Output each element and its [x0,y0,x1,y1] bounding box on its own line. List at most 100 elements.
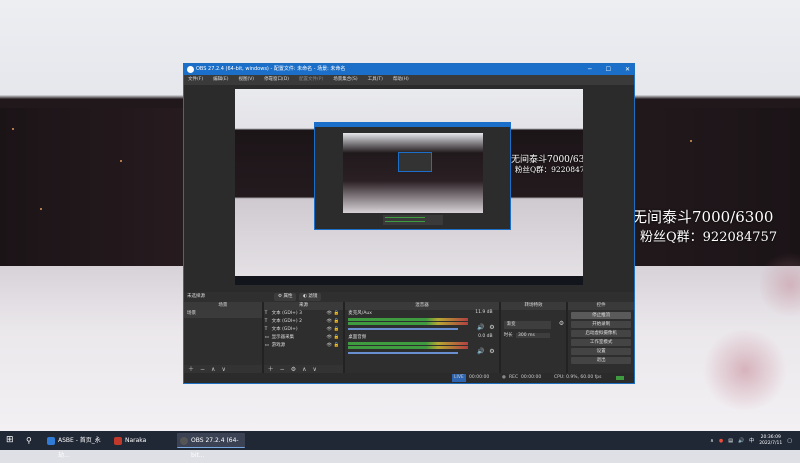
windows-taskbar: ⊞ ⚲ ASBE - 首页_永劫... Naraka OBS 27.2.4 (6… [0,431,800,459]
audio-mixer-dock: 混音器 麦克风/Aux 11.9 dB 🔊 ⚙ 桌面音频 0.0 dB 🔊 ⚙ [345,302,499,374]
mixer-channel-name: 桌面音频 [348,335,367,340]
scene-item[interactable]: 场景 [184,310,262,318]
connection-indicator [616,376,624,380]
volume-slider[interactable] [348,328,459,330]
menu-view[interactable]: 视图(V) [238,75,254,85]
volume-slider[interactable] [348,352,459,354]
gear-icon[interactable]: ⚙ [489,348,494,355]
preview-canvas[interactable]: 无间泰斗7000/6300 粉丝Q群：922084757 [235,89,583,285]
close-icon[interactable]: ✕ [625,64,630,75]
duration-label: 时长 [503,333,513,338]
properties-button[interactable]: ⚙ 属性 [274,293,297,301]
notification-icon[interactable]: ▢ [787,438,792,444]
obs-menu-bar: 文件(F) 编辑(E) 视图(V) 停靠窗口(D) 配置文件(P) 场景集合(S… [184,75,634,85]
menu-help[interactable]: 帮助(H) [393,75,409,85]
obs-title-bar[interactable]: OBS 27.2.4 (64-bit, windows) - 配置文件: 未命名… [184,64,634,75]
mixer-db-value: 0.0 dB [478,334,493,339]
menu-scene-collection[interactable]: 场景集合(S) [333,75,357,85]
visibility-lock-icons[interactable]: 👁 🔒 [327,310,340,318]
clock[interactable]: 20:36:09 2022/7/11 [759,435,782,447]
menu-file[interactable]: 文件(F) [188,75,203,85]
source-item[interactable]: ▭ 显示器采集 👁 🔒 [264,334,344,342]
mixer-db-value: 11.9 dB [475,310,493,315]
source-item[interactable]: T 文本 (GDI+) 👁 🔒 [264,326,344,334]
blossom-decoration [700,330,790,410]
tray-app-icon[interactable]: ● [719,438,723,444]
edge-browser-icon [47,437,55,445]
taskbar-item-browser[interactable]: ASBE - 首页_永劫... [44,433,108,459]
speaker-icon[interactable]: 🔊 [477,324,484,331]
input-method-icon[interactable]: 中 [749,437,754,444]
obs-logo-icon [187,66,194,73]
menu-edit[interactable]: 编辑(E) [213,75,228,85]
visibility-lock-icons[interactable]: 👁 🔒 [327,342,340,350]
duration-input[interactable]: 300 ms [516,333,551,338]
nested-obs-capture [314,122,511,230]
settings-button[interactable]: 设置 [571,348,632,355]
status-bar: LIVE 00:00:00 ● REC 00:00:00 CPU: 0.9%, … [184,373,634,383]
source-label: 文本 (GDI+) [271,327,298,332]
exit-button[interactable]: 退出 [571,357,632,364]
virtual-camera-button[interactable]: 启动虚拟摄像机 [571,330,632,337]
taskbar-item-obs[interactable]: OBS 27.2.4 (64-bit... [177,433,245,459]
gear-icon[interactable]: ⚙ [489,324,494,331]
no-source-label: 未选择源 [187,294,205,299]
overlay-text-line2: 粉丝Q群：922084757 [640,230,778,245]
volume-icon[interactable]: 🔊 [738,438,744,444]
audio-meter [348,318,469,321]
overlay-text-line1: 无间泰斗7000/6300 [632,208,774,226]
scenes-header: 场景 [184,302,262,310]
chevron-up-icon[interactable]: ∧ [710,438,714,444]
spark-decoration [690,140,692,142]
visibility-lock-icons[interactable]: 👁 🔒 [327,318,340,326]
gear-icon[interactable]: ⚙ [559,320,564,327]
visibility-lock-icons[interactable]: 👁 🔒 [327,334,340,342]
taskbar-item-label: ASBE - 首页_永劫... [58,437,101,459]
menu-profile[interactable]: 配置文件(P) [299,75,323,85]
clock-time: 20:36:09 [760,434,781,440]
scenes-dock: 场景 场景 ＋ − ∧ ∨ [184,302,262,374]
transition-select[interactable]: 渐变 [503,321,551,329]
speaker-icon[interactable]: 🔊 [477,348,484,355]
live-badge: LIVE [452,374,466,382]
system-tray: ∧ ● ▤ 🔊 中 20:36:09 2022/7/11 ▢ [710,431,800,450]
sources-header: 来源 [263,302,344,310]
maximize-icon[interactable]: ☐ [606,64,611,75]
cpu-fps: CPU: 0.9%, 60.00 fps [554,375,602,380]
minimize-icon[interactable]: ─ [588,64,592,75]
studio-mode-button[interactable]: 工作室模式 [571,339,632,346]
visibility-lock-icons[interactable]: 👁 🔒 [327,326,340,334]
source-toolbar: 未选择源 ⚙ 属性 ◐ 滤镜 [184,292,634,302]
obs-window: OBS 27.2.4 (64-bit, windows) - 配置文件: 未命名… [183,63,635,384]
source-item[interactable]: ▭ 游戏源 👁 🔒 [264,342,344,350]
rec-dot-icon: ● [502,375,506,380]
windows-start-icon[interactable]: ⊞ [6,435,14,446]
docks-panel: 场景 场景 ＋ − ∧ ∨ 来源 T 文本 (GDI+) 3 👁 🔒 T 文本 (GD… [184,302,635,374]
spark-decoration [120,160,122,162]
rec-time: 00:00:00 [521,375,542,380]
rec-badge: REC [509,375,519,380]
transitions-header: 转场特效 [500,302,567,310]
controls-header: 控件 [568,302,635,310]
source-item[interactable]: T 文本 (GDI+) 2 👁 🔒 [264,318,344,326]
live-time: 00:00:00 [469,375,490,380]
menu-docks[interactable]: 停靠窗口(D) [264,75,289,85]
taskbar-item-naraka[interactable]: Naraka [111,433,175,448]
mixer-channel-desktop: 桌面音频 0.0 dB 🔊 ⚙ [345,334,498,358]
properties-label: 属性 [283,294,293,299]
source-label: 游戏源 [271,343,286,348]
source-label: 显示器采集 [271,335,295,340]
spark-decoration [40,208,42,210]
monitor-source-icon: ▭ [264,335,269,340]
search-icon[interactable]: ⚲ [26,435,32,446]
source-item[interactable]: T 文本 (GDI+) 3 👁 🔒 [264,310,344,318]
mixer-header: 混音器 [345,302,499,310]
start-recording-button[interactable]: 开始录制 [571,321,632,328]
filters-button[interactable]: ◐ 滤镜 [299,293,322,301]
stop-streaming-button[interactable]: 停止推流 [571,312,632,319]
menu-tools[interactable]: 工具(T) [368,75,383,85]
game-source-icon: ▭ [264,343,269,348]
naraka-game-icon [114,437,122,445]
network-icon[interactable]: ▤ [728,438,733,444]
mixer-channel-name: 麦克风/Aux [348,311,372,316]
